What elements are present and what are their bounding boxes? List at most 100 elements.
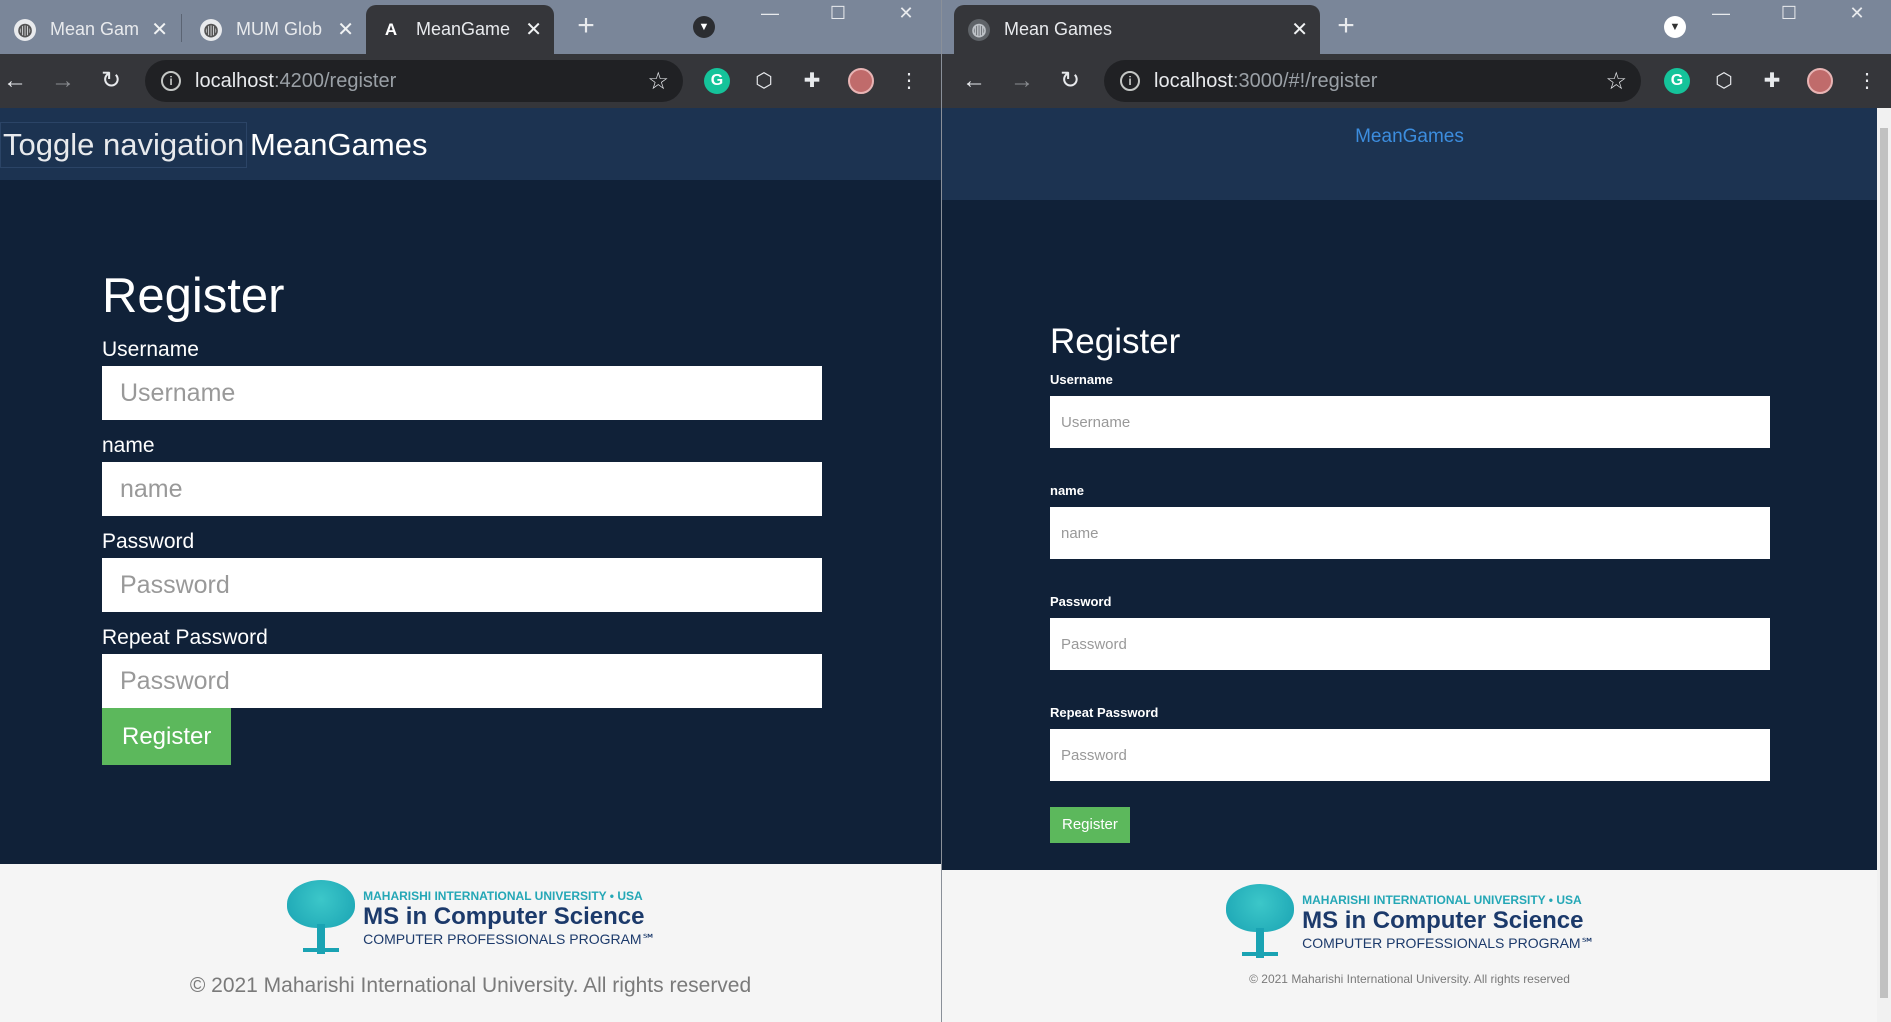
register-button[interactable]: Register: [1050, 807, 1130, 843]
password-label: Password: [1050, 594, 1112, 609]
footer: MAHARISHI INTERNATIONAL UNIVERSITY • USA…: [942, 870, 1877, 1022]
password-input[interactable]: [1050, 618, 1770, 670]
site-info-icon[interactable]: i: [161, 71, 181, 91]
menu-dots-icon[interactable]: ⋮: [896, 68, 922, 94]
puzzle-extensions-icon[interactable]: ✚: [799, 68, 825, 94]
menu-dots-icon[interactable]: ⋮: [1854, 68, 1880, 94]
footer-university: MAHARISHI INTERNATIONAL UNIVERSITY • USA: [1302, 892, 1582, 907]
footer: MAHARISHI INTERNATIONAL UNIVERSITY • USA…: [0, 864, 941, 1022]
password-label: Password: [102, 530, 195, 553]
window-controls: — ☐ ✕: [736, 0, 940, 30]
register-form: Register Username name Password Repeat P…: [1050, 322, 1770, 843]
tab-search-icon[interactable]: ▼: [693, 16, 715, 38]
footer-university: MAHARISHI INTERNATIONAL UNIVERSITY • USA: [363, 888, 643, 903]
site-info-icon[interactable]: i: [1120, 71, 1140, 91]
repeat-password-input[interactable]: [102, 654, 822, 708]
navbar-brand[interactable]: MeanGames: [250, 122, 427, 168]
forward-icon[interactable]: →: [48, 66, 78, 96]
navbar: Toggle navigation MeanGames: [0, 108, 941, 180]
tab-mean-games[interactable]: ◍ Mean Gam ✕: [0, 5, 180, 54]
tree-logo-icon: [285, 880, 357, 956]
url-path: :4200/register: [273, 69, 397, 92]
maximize-icon[interactable]: ☐: [804, 0, 872, 26]
bookmark-star-icon[interactable]: ☆: [1605, 67, 1627, 96]
puzzle-extensions-icon[interactable]: ✚: [1759, 68, 1785, 94]
grammarly-icon[interactable]: G: [1664, 68, 1690, 94]
new-tab-icon[interactable]: +: [1328, 8, 1364, 44]
register-form: Register Username name Password Repeat P…: [102, 268, 822, 765]
page-content: MeanGames Register Username name Passwor…: [942, 108, 1877, 1022]
close-window-icon[interactable]: ✕: [1823, 0, 1891, 26]
minimize-icon[interactable]: —: [736, 0, 804, 26]
close-tab-icon[interactable]: ✕: [151, 17, 168, 42]
register-title: Register: [102, 269, 285, 323]
register-title: Register: [1050, 322, 1181, 361]
username-input[interactable]: [1050, 396, 1770, 448]
globe-icon: ◍: [968, 18, 990, 41]
profile-avatar[interactable]: [848, 68, 874, 94]
username-label: Username: [102, 338, 199, 361]
name-label: name: [1050, 483, 1084, 498]
register-button[interactable]: Register: [102, 708, 232, 765]
profile-avatar[interactable]: [1807, 68, 1833, 94]
tab-meangames-active[interactable]: A MeanGame ✕: [366, 5, 554, 54]
address-bar[interactable]: i localhost:4200/register ☆: [145, 60, 683, 102]
footer-program-title: MS in Computer Science: [1302, 906, 1584, 934]
maximize-icon[interactable]: ☐: [1755, 0, 1823, 26]
page-content: Toggle navigation MeanGames Register Use…: [0, 108, 941, 1022]
footer-program-title: MS in Computer Science: [363, 902, 645, 930]
reload-icon[interactable]: ↻: [96, 66, 126, 96]
scrollbar-thumb[interactable]: [1880, 128, 1888, 998]
tab-mean-games-active[interactable]: ◍ Mean Games ✕: [954, 5, 1320, 54]
vertical-scrollbar[interactable]: [1877, 108, 1891, 1022]
globe-icon: ◍: [200, 18, 222, 41]
angular-icon: A: [380, 18, 402, 41]
username-input[interactable]: [102, 366, 822, 420]
address-bar[interactable]: i localhost:3000/#!/register ☆: [1104, 60, 1641, 102]
close-window-icon[interactable]: ✕: [872, 0, 940, 26]
tab-strip: ◍ Mean Games ✕ + ▼ — ☐ ✕: [942, 0, 1891, 54]
grammarly-icon[interactable]: G: [704, 68, 730, 94]
back-icon[interactable]: ←: [0, 66, 30, 96]
window-controls: — ☐ ✕: [1687, 0, 1891, 30]
minimize-icon[interactable]: —: [1687, 0, 1755, 26]
forward-icon[interactable]: →: [1007, 66, 1037, 96]
repeat-password-label: Repeat Password: [1050, 705, 1159, 720]
url-host: localhost: [1154, 69, 1233, 92]
close-tab-icon[interactable]: ✕: [337, 17, 354, 42]
tab-strip: ◍ Mean Gam ✕ ◍ MUM Glob ✕ A MeanGame ✕ +…: [0, 0, 941, 54]
footer-program-sub: COMPUTER PROFESSIONALS PROGRAM℠: [1302, 934, 1595, 951]
cube-extension-icon[interactable]: ⬡: [1711, 68, 1737, 94]
reload-icon[interactable]: ↻: [1055, 66, 1085, 96]
close-tab-icon[interactable]: ✕: [1291, 17, 1308, 42]
toggle-navigation-button[interactable]: Toggle navigation: [0, 122, 248, 168]
navbar: MeanGames: [942, 108, 1877, 200]
repeat-password-input[interactable]: [1050, 729, 1770, 781]
tab-search-icon[interactable]: ▼: [1664, 16, 1686, 38]
name-input[interactable]: [102, 462, 822, 516]
name-input[interactable]: [1050, 507, 1770, 559]
back-icon[interactable]: ←: [959, 66, 989, 96]
footer-copyright: © 2021 Maharishi International Universit…: [1249, 972, 1570, 986]
browser-toolbar: ← → ↻ i localhost:3000/#!/register ☆ G ⬡…: [942, 54, 1891, 108]
url-host: localhost: [195, 69, 274, 92]
university-logo: MAHARISHI INTERNATIONAL UNIVERSITY • USA…: [0, 880, 941, 956]
new-tab-icon[interactable]: +: [568, 8, 604, 44]
left-browser-window: ◍ Mean Gam ✕ ◍ MUM Glob ✕ A MeanGame ✕ +…: [0, 0, 941, 1022]
navbar-brand[interactable]: MeanGames: [942, 126, 1877, 148]
browser-toolbar: ← → ↻ i localhost:4200/register ☆ G ⬡ ✚ …: [0, 54, 941, 108]
bookmark-star-icon[interactable]: ☆: [647, 67, 669, 96]
repeat-password-label: Repeat Password: [102, 626, 268, 649]
url-path: :3000/#!/register: [1232, 69, 1378, 92]
right-browser-window: ◍ Mean Games ✕ + ▼ — ☐ ✕ ← → ↻ i localhost…: [942, 0, 1891, 1022]
password-input[interactable]: [102, 558, 822, 612]
tab-mum-global[interactable]: ◍ MUM Glob ✕: [186, 5, 366, 54]
cube-extension-icon[interactable]: ⬡: [751, 68, 777, 94]
name-label: name: [102, 434, 155, 457]
tab-separator: [181, 14, 182, 42]
username-label: Username: [1050, 372, 1113, 387]
footer-copyright: © 2021 Maharishi International Universit…: [189, 974, 752, 997]
tree-logo-icon: [1224, 884, 1296, 960]
globe-icon: ◍: [14, 18, 36, 41]
close-tab-icon[interactable]: ✕: [525, 17, 542, 42]
